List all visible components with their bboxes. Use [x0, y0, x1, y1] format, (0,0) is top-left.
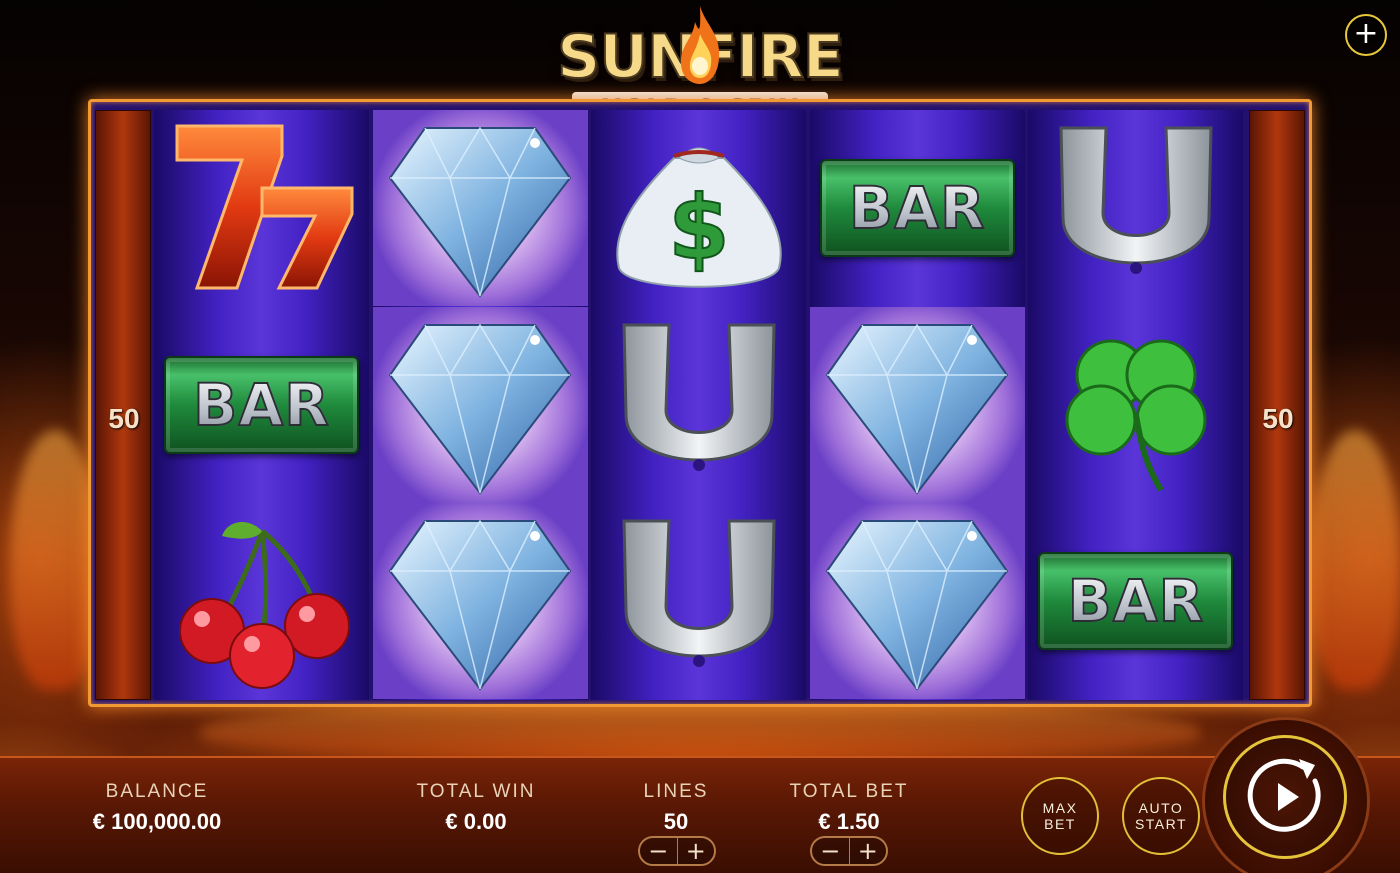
auto-start-label: AUTO START [1134, 800, 1188, 832]
max-bet-button[interactable]: MAX BET [1021, 777, 1099, 855]
total-win-label: TOTAL WIN [416, 781, 536, 802]
lines-decrease-button[interactable]: − [640, 838, 678, 864]
reel-cell [154, 110, 369, 306]
balance-label: BALANCE [105, 781, 209, 802]
bar-symbol: BAR [1038, 552, 1234, 651]
lines-label: LINES [643, 781, 709, 802]
lines-stepper[interactable]: − + [638, 836, 716, 866]
diamond-symbol [826, 519, 1009, 692]
diamond-symbol [826, 323, 1009, 495]
bar-symbol-label: BAR [848, 173, 986, 243]
reel-5: BAR [1028, 110, 1244, 700]
total-win-value: € 0.00 [445, 809, 507, 834]
reel-2 [372, 110, 588, 700]
spin-button-housing [1205, 720, 1367, 873]
reel-frame: 50 50 BAR $ BAR BAR [88, 99, 1312, 707]
bar-symbol: BAR [164, 355, 359, 454]
horseshoe-symbol [622, 519, 776, 668]
payline-indicator-left: 50 [95, 110, 151, 700]
reel-cell [372, 110, 588, 306]
total-bet-display: TOTAL BET € 1.50 [774, 781, 924, 835]
bar-symbol: BAR [819, 159, 1015, 257]
reel-cell [591, 307, 806, 503]
bet-decrease-button[interactable]: − [812, 838, 850, 864]
reel-cell [372, 503, 588, 700]
horseshoe-symbol [1059, 126, 1213, 274]
reel-1: BAR [154, 110, 369, 700]
seven-symbol [175, 124, 353, 290]
total-bet-label: TOTAL BET [789, 781, 909, 802]
spin-button[interactable] [1223, 735, 1347, 859]
payline-count-right: 50 [1262, 403, 1294, 434]
flame-decoration-bottom [200, 700, 1200, 760]
balance-display: BALANCE € 100,000.00 [62, 781, 252, 835]
cherries-symbol [178, 522, 350, 690]
max-bet-label: MAX BET [1042, 800, 1078, 832]
auto-start-button[interactable]: AUTO START [1122, 777, 1200, 855]
reel-cell: BAR [810, 110, 1025, 306]
reel-cell [591, 503, 806, 699]
diamond-symbol [388, 126, 572, 298]
diamond-symbol [388, 323, 572, 495]
bet-stepper[interactable]: − + [810, 836, 888, 866]
bar-symbol-label: BAR [1067, 566, 1205, 636]
balance-value: € 100,000.00 [92, 809, 222, 834]
reel-cell: $ [591, 110, 806, 306]
money-bag-symbol: $ [616, 147, 782, 288]
reel-cell [1028, 110, 1243, 306]
clover-symbol [1065, 339, 1207, 492]
payline-indicator-right: 50 [1249, 110, 1305, 700]
reel-cell [154, 503, 369, 699]
total-win-display: TOTAL WIN € 0.00 [400, 781, 552, 835]
lines-increase-button[interactable]: + [678, 838, 715, 864]
horseshoe-symbol [622, 323, 776, 471]
flame-decoration-left [10, 430, 100, 690]
menu-plus-button[interactable]: + [1345, 14, 1387, 56]
reels-area: BAR $ BAR BAR [154, 110, 1247, 700]
plus-icon: + [1353, 16, 1379, 51]
reel-4: BAR [809, 110, 1025, 700]
flame-decoration-right [1310, 430, 1400, 690]
diamond-symbol [388, 519, 572, 692]
lines-display: LINES 50 [626, 781, 726, 835]
reel-cell [809, 503, 1025, 700]
reel-cell: BAR [1028, 503, 1243, 699]
svg-text:$: $ [668, 176, 729, 279]
bet-increase-button[interactable]: + [850, 838, 887, 864]
total-bet-value: € 1.50 [818, 809, 880, 834]
bar-symbol-label: BAR [192, 370, 330, 440]
spin-play-icon [1247, 758, 1321, 832]
reel-cell: BAR [154, 307, 369, 503]
reel-cell [1028, 307, 1243, 503]
reel-3: $ [591, 110, 807, 700]
flame-icon [680, 6, 720, 84]
payline-count-left: 50 [108, 403, 140, 434]
control-panel: BALANCE € 100,000.00 TOTAL WIN € 0.00 LI… [0, 756, 1400, 873]
reel-cell [809, 306, 1025, 503]
reel-cell [372, 306, 588, 503]
lines-value: 50 [663, 809, 689, 834]
